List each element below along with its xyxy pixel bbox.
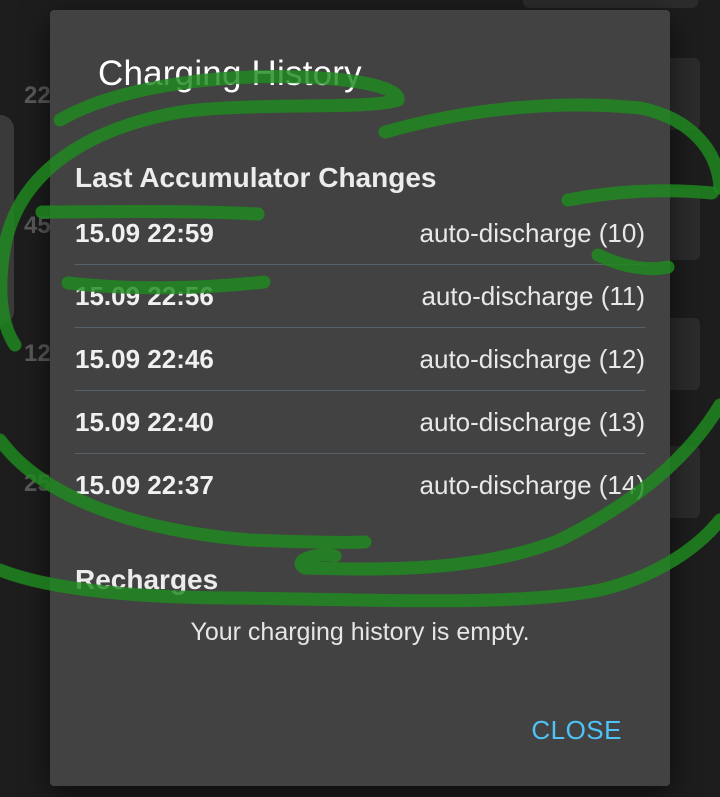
change-time: 15.09 22:59 [75,217,214,248]
change-time: 15.09 22:56 [75,280,214,311]
dialog-title: Charging History [98,54,362,93]
background-card [523,0,698,8]
list-item: 15.09 22:46 auto-discharge (12) [75,328,645,391]
change-time: 15.09 22:46 [75,343,214,374]
background-side-panel [0,115,14,325]
change-event: auto-discharge (10) [419,217,645,248]
change-time: 15.09 22:37 [75,470,214,500]
list-item: 15.09 22:40 auto-discharge (13) [75,391,645,454]
background-label: 12 [24,340,51,367]
accumulator-changes-list: 15.09 22:59 auto-discharge (10) 15.09 22… [75,202,645,517]
close-button[interactable]: CLOSE [523,707,630,754]
background-label: 25 [24,470,51,497]
empty-history-message: Your charging history is empty. [190,618,530,646]
list-item: 15.09 22:59 auto-discharge (10) [75,202,645,265]
change-time: 15.09 22:40 [75,406,214,437]
change-event: auto-discharge (12) [419,343,645,374]
charging-history-dialog: Charging History Last Accumulator Change… [50,10,670,786]
change-event: auto-discharge (14) [419,470,645,500]
change-event: auto-discharge (13) [419,406,645,437]
recharges-heading: Recharges [75,564,219,595]
background-label: 22 [24,82,51,109]
last-accumulator-changes-heading: Last Accumulator Changes [75,162,437,193]
list-item: 15.09 22:56 auto-discharge (11) [75,265,645,328]
change-event: auto-discharge (11) [421,280,645,311]
background-label: 45 [24,212,51,239]
list-item: 15.09 22:37 auto-discharge (14) [75,454,645,517]
